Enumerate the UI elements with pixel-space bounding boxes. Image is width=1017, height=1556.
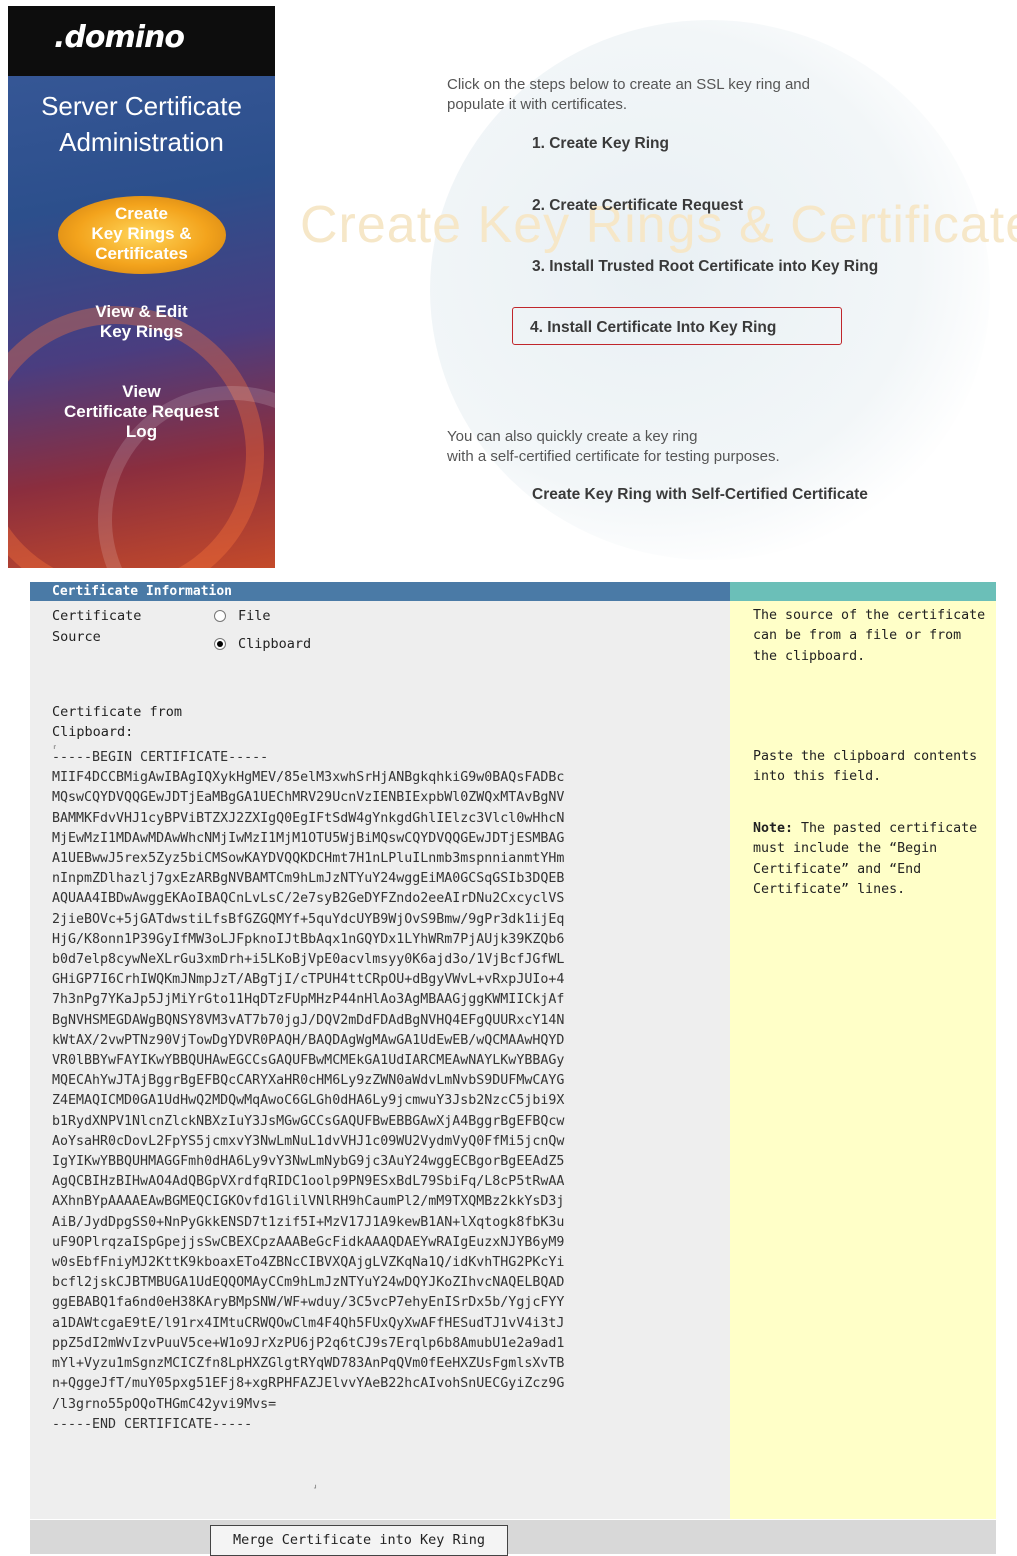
certificate-line: nInpmZDlhazlj7gxEzARBgNVBAMTCm9hLmJzNTYu… <box>52 871 565 887</box>
certificate-line: VR0lBBYwFAYIKwYBBQUHAwEGCCsGAQUFBwMCMEkG… <box>52 1053 565 1069</box>
certificate-line: -----BEGIN CERTIFICATE----- <box>52 750 269 765</box>
certificate-line: BgNVHSMEGDAWgBQNSY8VM3vAT7b70jgJ/DQV2mDd… <box>52 1012 565 1028</box>
certificate-line: ppZ5dI2mWvIzvPuuV5ce+W1o9JrXzPU6jP2q6tCJ… <box>52 1335 565 1351</box>
sidebar-title-line2: Administration <box>59 127 224 157</box>
certificate-line: bcfl2jskCJBTMBUGA1UdEQQOMAyCCm9hLmJzNTYu… <box>52 1275 565 1291</box>
intro-line: with a self-certified certificate for te… <box>447 448 780 465</box>
nav-label-line: Certificate Request <box>64 402 219 421</box>
certificate-line: 7h3nPg7YKaJp5JjMiYrGto11HqDTzFUpMHzP44nH… <box>52 992 565 1008</box>
label-line: Clipboard: <box>52 724 134 740</box>
certificate-source-label: Certificate Source <box>52 606 172 648</box>
help-source-text: The source of the certificate can be fro… <box>753 608 986 664</box>
resize-grip-icon[interactable]: ⸥ <box>313 1479 317 1490</box>
certificate-line: MjEwMzI1MDAwMDAwWhcNMjIwMzI1MjM1OTU5WjBi… <box>52 830 565 846</box>
intro-line: populate it with certificates. <box>447 96 628 113</box>
nav-label-line: Key Rings <box>99 322 184 341</box>
step-create-certificate-request-link[interactable]: 2. Create Certificate Request <box>532 197 743 215</box>
certificate-line: MIIF4DCCBMigAwIBAgIQXykHgMEV/85elM3xwhSr… <box>52 770 565 786</box>
certificate-line: MQECAhYwJTAjBggrBgEFBQcCARYXaHR0cHM6Ly9z… <box>52 1073 565 1089</box>
source-file-radio[interactable]: File <box>214 606 271 626</box>
certificate-line: b0d7elp8cywNeXLrGu3xmDrh+i5LKoBjVpE0acvl… <box>52 952 565 968</box>
domino-logo: .domino <box>54 20 185 55</box>
section-header-title: Certificate Information <box>52 584 233 599</box>
certificate-line: b1RydXNPV1NlcnZlckNBXzIuY3JsMGwGCCsGAQUF… <box>52 1113 565 1129</box>
nav-label-line: Create <box>115 204 168 223</box>
sidebar-item-view-request-log[interactable]: View Certificate Request Log <box>8 382 275 442</box>
certificate-line: AQUAA4IBDwAwggEKAoIBAQCnLvLsC/2e7syB2GeD… <box>52 891 565 907</box>
certificate-line: HjG/K8onn1P39GyIfMW3oLJFpknoIJtBbAqx1nGQ… <box>52 931 565 947</box>
self-certified-key-ring-link[interactable]: Create Key Ring with Self-Certified Cert… <box>532 486 868 504</box>
label-line: Source <box>52 629 101 645</box>
certificate-line: AiB/JydDpgSS0+NnPyGkkENSD7t1zif5I+MzV17J… <box>52 1214 565 1230</box>
step-install-trusted-root-link[interactable]: 3. Install Trusted Root Certificate into… <box>532 258 878 276</box>
certificate-line: BAMMKFdvVHJ1cyBPViBTZXJ2ZXIgQ0EgIFtSdW4g… <box>52 810 565 826</box>
step-create-key-ring-link[interactable]: 1. Create Key Ring <box>532 135 669 153</box>
help-paste-text: Paste the clipboard contents into this f… <box>753 749 978 785</box>
merge-certificate-button[interactable]: Merge Certificate into Key Ring <box>210 1525 508 1556</box>
certificate-line: a1DAWtcgaE9tE/l91rx4IMtuCRWQOwClm4F4Qh5F… <box>52 1315 565 1331</box>
label-line: Certificate from <box>52 704 183 720</box>
nav-label-line: View <box>122 382 161 401</box>
radio-label-clipboard: Clipboard <box>238 636 312 652</box>
certificate-textarea[interactable]: -----BEGIN CERTIFICATE----- MIIF4DCCBMigA… <box>52 748 722 1435</box>
help-panel <box>730 601 996 1519</box>
sidebar: .domino Server Certificate Administratio… <box>8 6 275 568</box>
nav-label-line: Key Rings & <box>91 224 192 243</box>
certificate-line: GHiGP7I6CrhIWQKmJNmpJzT/ABgTjI/cTPUH4ttC… <box>52 972 565 988</box>
certificate-line: 2jieBOVc+5jGATdwstiLfsBfGZGQMYf+5quYdcUY… <box>52 911 565 927</box>
section-header: Certificate Information <box>30 582 730 601</box>
certificate-line: uF9OPlrqzaISpGpejjsSwCBEXCpzAAABeGcFidkA… <box>52 1234 565 1250</box>
certificate-line: -----END CERTIFICATE----- <box>52 1416 253 1432</box>
sidebar-item-create-key-rings[interactable]: Create Key Rings & Certificates <box>8 204 275 264</box>
certificate-line: AgQCBIHzBIHwAO4AdQBGpVXrdfqRIDC1oolp9PN9… <box>52 1174 565 1190</box>
certificate-line: IgYIKwYBBQUHMAGGFmh0dHA6Ly9vY3NwLmNybG9j… <box>52 1154 565 1170</box>
certificate-line: /l3grno55pOQoTHGmC42yvi9Mvs= <box>52 1396 277 1412</box>
intro-line: You can also quickly create a key ring <box>447 428 698 445</box>
note-label: Note: <box>753 821 794 836</box>
radio-selected-dot <box>217 641 223 647</box>
nav-label-line: View & Edit <box>95 302 188 321</box>
certificate-line: w0sEbfFniyMJ2KttK9kboaxETo4ZBNcCIBVXQAjg… <box>52 1255 565 1271</box>
certificate-line: AXhnBYpAAAAEAwBGMEQCIGKOvfd1GlilVNlRH9hC… <box>52 1194 565 1210</box>
sidebar-item-view-edit-key-rings[interactable]: View & Edit Key Rings <box>8 302 275 342</box>
intro-text: Click on the steps below to create an SS… <box>447 75 810 115</box>
certificate-line: AoYsaHR0cDovL2FpYS5jcmxvY3NwLmNuL1dvVHJ1… <box>52 1133 565 1149</box>
nav-label-line: Certificates <box>95 244 188 263</box>
certificate-line: A1UEBwwJ5rex5Zyz5biCMSowKAYDVQQKDCHmt7H1… <box>52 851 565 867</box>
step-install-certificate-link[interactable]: 4. Install Certificate Into Key Ring <box>530 319 776 337</box>
sidebar-title: Server Certificate Administration <box>8 88 275 160</box>
intro-line: Click on the steps below to create an SS… <box>447 76 810 93</box>
nav-label-line: Log <box>125 422 158 441</box>
radio-label-file: File <box>238 608 271 624</box>
label-line: Certificate <box>52 608 142 624</box>
source-clipboard-radio[interactable]: Clipboard <box>214 634 311 654</box>
help-column-header <box>730 582 996 601</box>
certificate-line: MQswCQYDVQQGEwJDTjEaMBgGA1UEChMRV29UcnVz… <box>52 790 565 806</box>
help-note-text: Note: The pasted certificate must includ… <box>753 819 988 900</box>
certificate-line: n+QggeJfT/muY05pxg51EFj8+xgRPHFAZJElvvYA… <box>52 1376 565 1392</box>
certificate-line: Z4EMAQICMD0GA1UdHwQ2MDQwMqAwoC6GLGh0dHA6… <box>52 1093 565 1109</box>
certificate-clipboard-label: Certificate from Clipboard: <box>52 702 222 742</box>
self-cert-intro: You can also quickly create a key ring w… <box>447 427 780 467</box>
sidebar-title-line1: Server Certificate <box>41 91 242 121</box>
certificate-line: kWtAX/2vwPTNz90VjTowDgYDVR0PAQH/BAQDAgWg… <box>52 1032 565 1048</box>
radio-button-unchecked[interactable] <box>214 610 226 622</box>
logo-bar: .domino <box>8 6 275 76</box>
radio-button-checked[interactable] <box>214 638 226 650</box>
form-footer <box>30 1520 996 1554</box>
certificate-line: ggEBABQ1fa6nd0eH38KAryBMpSNW/WF+wduy/3C5… <box>52 1295 565 1311</box>
certificate-line: mYl+Vyzu1mSgnzMCICZfn8LpHXZGlgtRYqWD783A… <box>52 1356 565 1372</box>
